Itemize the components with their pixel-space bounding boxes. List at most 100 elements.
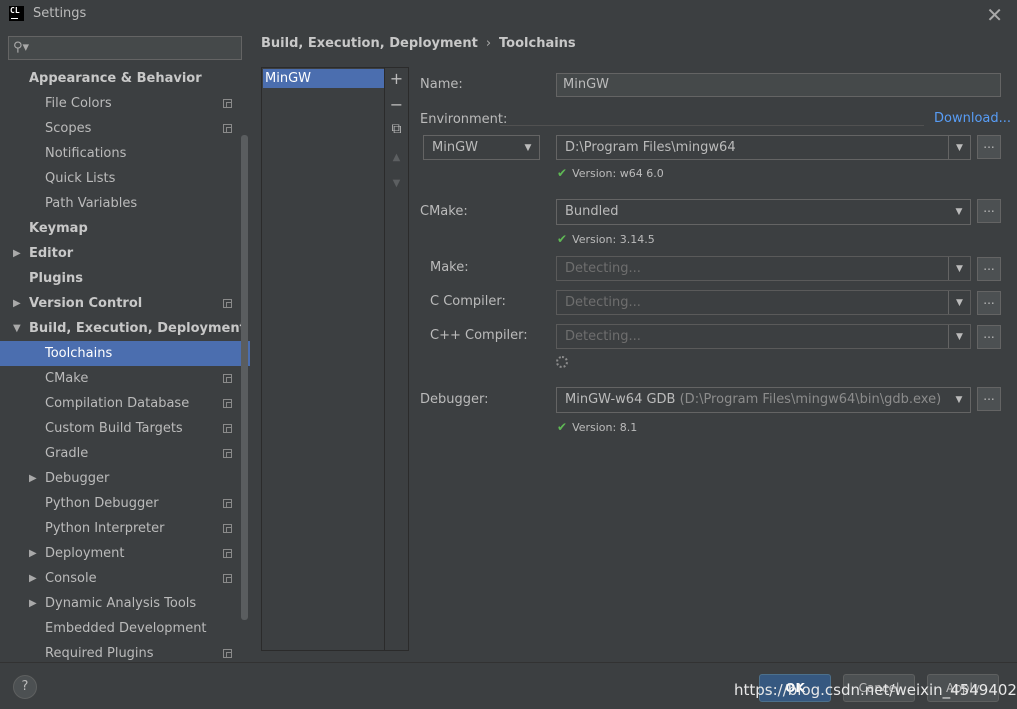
project-scope-icon: [223, 124, 232, 133]
add-icon[interactable]: +: [385, 69, 408, 88]
copy-icon[interactable]: ⧉: [385, 121, 408, 137]
cmake-version: ✔ Version: 3.14.5: [557, 232, 655, 246]
browse-debugger-button[interactable]: ...: [977, 387, 1001, 411]
move-up-icon[interactable]: ▲: [385, 152, 408, 163]
sidebar-item-label: Toolchains: [45, 346, 113, 361]
breadcrumb-separator: ›: [485, 36, 492, 51]
search-input[interactable]: ⚲▾: [8, 36, 242, 60]
breadcrumb-current: Toolchains: [499, 36, 576, 51]
title-bar: CL Settings ✕: [0, 0, 1017, 30]
project-scope-icon: [223, 499, 232, 508]
sidebar-item-notifications[interactable]: Notifications: [0, 141, 250, 166]
browse-cpp-compiler-button[interactable]: ...: [977, 325, 1001, 349]
chevron-right-icon[interactable]: ▶: [13, 291, 21, 316]
sidebar-item-python-debugger[interactable]: Python Debugger: [0, 491, 250, 516]
sidebar-item-label: Compilation Database: [45, 396, 190, 411]
sidebar-item-path-variables[interactable]: Path Variables: [0, 191, 250, 216]
sidebar-item-debugger[interactable]: ▶ Debugger: [0, 466, 250, 491]
sidebar-item-label: Notifications: [45, 146, 127, 161]
chevron-down-icon[interactable]: ▼: [13, 316, 21, 341]
project-scope-icon: [223, 99, 232, 108]
browse-make-button[interactable]: ...: [977, 257, 1001, 281]
chevron-right-icon[interactable]: ▶: [29, 466, 37, 491]
browse-environment-button[interactable]: ...: [977, 135, 1001, 159]
chevron-right-icon[interactable]: ▶: [13, 241, 21, 266]
browse-c-compiler-button[interactable]: ...: [977, 291, 1001, 315]
toolchain-list: MinGW: [261, 67, 385, 651]
sidebar-item-label: Python Interpreter: [45, 521, 165, 536]
project-scope-icon: [223, 574, 232, 583]
sidebar-item-deployment[interactable]: ▶ Deployment: [0, 541, 250, 566]
environment-type-select[interactable]: MinGW ▼: [423, 135, 540, 160]
cmake-value: Bundled: [565, 204, 619, 219]
project-scope-icon: [223, 524, 232, 533]
name-field[interactable]: MinGW: [556, 73, 1001, 97]
sidebar-item-plugins[interactable]: Plugins: [0, 266, 250, 291]
breadcrumb-parent[interactable]: Build, Execution, Deployment: [261, 36, 478, 51]
sidebar-item-label: Deployment: [45, 546, 125, 561]
cmake-select[interactable]: Bundled ▼: [556, 199, 971, 225]
settings-tree: Appearance & Behavior File Colors Scopes No…: [0, 66, 250, 666]
sidebar-item-python-interpreter[interactable]: Python Interpreter: [0, 516, 250, 541]
make-select[interactable]: Detecting... ▼: [556, 256, 971, 281]
sidebar-item-label: Custom Build Targets: [45, 421, 183, 436]
settings-sidebar: ⚲▾ Appearance & Behavior File Colors Scope…: [0, 30, 250, 662]
close-icon[interactable]: ✕: [986, 3, 1003, 27]
search-icon: ⚲▾: [13, 40, 30, 55]
sidebar-item-custom-build-targets[interactable]: Custom Build Targets: [0, 416, 250, 441]
c-compiler-value: Detecting...: [565, 295, 641, 310]
sidebar-item-quick-lists[interactable]: Quick Lists: [0, 166, 250, 191]
sidebar-item-cmake[interactable]: CMake: [0, 366, 250, 391]
sidebar-item-dynamic-analysis-tools[interactable]: ▶ Dynamic Analysis Tools: [0, 591, 250, 616]
sidebar-item-gradle[interactable]: Gradle: [0, 441, 250, 466]
sidebar-item-file-colors[interactable]: File Colors: [0, 91, 250, 116]
sidebar-item-version-control[interactable]: ▶ Version Control: [0, 291, 250, 316]
sidebar-item-editor[interactable]: ▶ Editor: [0, 241, 250, 266]
remove-icon[interactable]: −: [385, 95, 408, 114]
c-compiler-label: C Compiler:: [430, 294, 506, 309]
project-scope-icon: [223, 399, 232, 408]
sidebar-item-label: Path Variables: [45, 196, 138, 211]
environment-path-select[interactable]: D:\Program Files\mingw64 ▼: [556, 135, 971, 160]
chevron-right-icon[interactable]: ▶: [29, 541, 37, 566]
environment-label: Environment:: [420, 112, 508, 127]
sidebar-item-build-execution-deployment[interactable]: ▼ Build, Execution, Deployment: [0, 316, 250, 341]
c-compiler-select[interactable]: Detecting... ▼: [556, 290, 971, 315]
debugger-select[interactable]: MinGW-w64 GDB (D:\Program Files\mingw64\…: [556, 387, 971, 413]
browse-cmake-button[interactable]: ...: [977, 199, 1001, 223]
chevron-down-icon: ▼: [948, 291, 970, 314]
breadcrumb: Build, Execution, Deployment › Toolchains: [261, 36, 576, 51]
cpp-compiler-value: Detecting...: [565, 329, 641, 344]
chevron-down-icon: ▼: [948, 257, 970, 280]
watermark-text: https://blog.csdn.net/weixin_45494025: [734, 681, 1017, 699]
sidebar-item-label: Version Control: [29, 296, 143, 311]
sidebar-item-label: Appearance & Behavior: [29, 71, 202, 86]
sidebar-item-compilation-database[interactable]: Compilation Database: [0, 391, 250, 416]
chevron-right-icon[interactable]: ▶: [29, 591, 37, 616]
cpp-compiler-select[interactable]: Detecting... ▼: [556, 324, 971, 349]
chevron-down-icon: ▼: [955, 207, 963, 217]
check-icon: ✔: [557, 420, 568, 434]
sidebar-item-label: Debugger: [45, 471, 110, 486]
sidebar-item-label: Build, Execution, Deployment: [29, 321, 246, 336]
sidebar-scrollbar[interactable]: [241, 135, 248, 620]
sidebar-item-toolchains[interactable]: Toolchains: [0, 341, 250, 366]
debugger-version-text: Version: 8.1: [572, 421, 638, 434]
sidebar-item-keymap[interactable]: Keymap: [0, 216, 250, 241]
chevron-down-icon: ▼: [524, 143, 532, 153]
sidebar-item-embedded-development[interactable]: Embedded Development: [0, 616, 250, 641]
sidebar-item-scopes[interactable]: Scopes: [0, 116, 250, 141]
chevron-right-icon[interactable]: ▶: [29, 566, 37, 591]
move-down-icon[interactable]: ▼: [385, 178, 408, 189]
list-toolbar: + − ⧉ ▲ ▼: [385, 67, 409, 651]
download-link[interactable]: Download...: [934, 111, 1011, 126]
sidebar-item-appearance-behavior[interactable]: Appearance & Behavior: [0, 66, 250, 91]
sidebar-item-console[interactable]: ▶ Console: [0, 566, 250, 591]
environment-version: ✔ Version: w64 6.0: [557, 166, 664, 180]
help-button[interactable]: ?: [13, 675, 37, 699]
debugger-value: MinGW-w64 GDB: [565, 392, 676, 407]
check-icon: ✔: [557, 232, 568, 246]
sidebar-item-label: File Colors: [45, 96, 112, 111]
check-icon: ✔: [557, 166, 568, 180]
toolchain-item-mingw[interactable]: MinGW: [263, 69, 384, 88]
